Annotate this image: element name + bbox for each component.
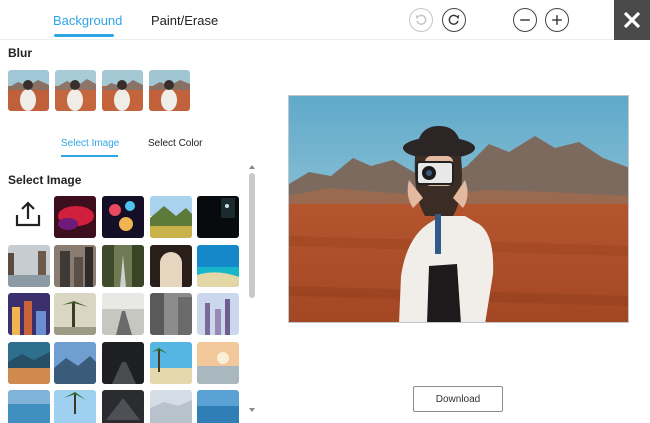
blur-photo-image [8, 70, 49, 111]
zoom-in-button[interactable] [545, 8, 569, 32]
background-thumbnail[interactable] [197, 390, 239, 423]
subtab-select-image[interactable]: Select Image [61, 138, 119, 149]
background-thumbnail[interactable] [54, 342, 96, 384]
sky-mountains-image [54, 342, 96, 384]
city-buildings-image [54, 245, 96, 287]
misty-lake-image [8, 245, 50, 287]
background-editor: Background Paint/Erase Blur Select Image… [0, 0, 650, 423]
upload-button[interactable] [14, 199, 42, 229]
background-thumbnail[interactable] [150, 390, 192, 423]
beach-palms-image [150, 342, 192, 384]
background-thumbnail[interactable] [197, 196, 239, 238]
tab-background[interactable]: Background [53, 13, 122, 28]
palm-trees-image [54, 293, 96, 335]
island-palm-image [54, 390, 96, 423]
sea-horizon-image [197, 390, 239, 423]
zoom-out-icon [520, 19, 530, 21]
blur-photo-image [149, 70, 190, 111]
scroll-down-arrow-icon[interactable] [249, 408, 255, 412]
background-thumbnail[interactable] [197, 293, 239, 335]
blur-photo-image [55, 70, 96, 111]
street-mono-image [150, 293, 192, 335]
dark-road-image [102, 342, 144, 384]
zoom-in-icon [552, 15, 562, 25]
forest-road-image [102, 245, 144, 287]
background-thumbnail[interactable] [102, 390, 144, 423]
background-thumbnail[interactable] [150, 342, 192, 384]
background-thumbnail[interactable] [197, 245, 239, 287]
background-thumbnail[interactable] [150, 196, 192, 238]
close-icon [623, 11, 641, 29]
tunnel-image [102, 390, 144, 423]
blur-photo-image [102, 70, 143, 111]
background-thumbnail[interactable] [102, 196, 144, 238]
dark-night-image [197, 196, 239, 238]
background-thumbnail[interactable] [8, 342, 50, 384]
zoom-out-button[interactable] [513, 8, 537, 32]
undo-icon [415, 14, 427, 25]
background-thumbnail[interactable] [150, 245, 192, 287]
background-thumbnail[interactable] [54, 196, 96, 238]
background-thumbnail[interactable] [8, 293, 50, 335]
archway-image [150, 245, 192, 287]
tab-active-indicator [54, 34, 114, 37]
skyline-image [197, 293, 239, 335]
road-image [102, 293, 144, 335]
city-night-image [8, 293, 50, 335]
fireworks-image [102, 196, 144, 238]
background-thumbnail[interactable] [8, 390, 50, 423]
background-thumbnail[interactable] [102, 342, 144, 384]
preview-photo-image [289, 96, 628, 322]
select-image-heading: Select Image [8, 173, 82, 187]
redo-icon [448, 14, 460, 25]
background-thumbnail[interactable] [54, 293, 96, 335]
background-thumbnail[interactable] [102, 293, 144, 335]
blur-thumbnail[interactable] [55, 70, 96, 111]
subtab-active-indicator [61, 155, 118, 157]
blur-heading: Blur [8, 46, 32, 60]
subtab-select-color[interactable]: Select Color [148, 138, 202, 149]
background-thumbnail[interactable] [102, 245, 144, 287]
tropical-sea-image [197, 245, 239, 287]
preview-canvas[interactable] [288, 95, 629, 323]
scrollbar-thumb[interactable] [249, 173, 255, 298]
upload-icon [15, 201, 41, 227]
background-thumbnail[interactable] [54, 390, 96, 423]
redo-button[interactable] [442, 8, 466, 32]
beach-sunset-image [197, 342, 239, 384]
coast-image [8, 390, 50, 423]
background-thumbnail[interactable] [150, 293, 192, 335]
background-thumbnail[interactable] [8, 245, 50, 287]
background-thumbnail[interactable] [54, 245, 96, 287]
blur-thumbnail[interactable] [8, 70, 49, 111]
ocean-sunset-image [8, 342, 50, 384]
close-button[interactable] [614, 0, 650, 40]
pale-sky-image [150, 390, 192, 423]
blur-thumbnail[interactable] [102, 70, 143, 111]
tab-paint-erase[interactable]: Paint/Erase [151, 13, 218, 28]
background-thumbnail[interactable] [197, 342, 239, 384]
download-button[interactable]: Download [413, 386, 503, 412]
abstract-red-image [54, 196, 96, 238]
top-toolbar: Background Paint/Erase [0, 0, 650, 40]
undo-button[interactable] [409, 8, 433, 32]
mountain-valley-image [150, 196, 192, 238]
thumbnail-scrollbar[interactable] [248, 165, 256, 415]
scroll-up-arrow-icon[interactable] [249, 165, 255, 169]
blur-thumbnail[interactable] [149, 70, 190, 111]
